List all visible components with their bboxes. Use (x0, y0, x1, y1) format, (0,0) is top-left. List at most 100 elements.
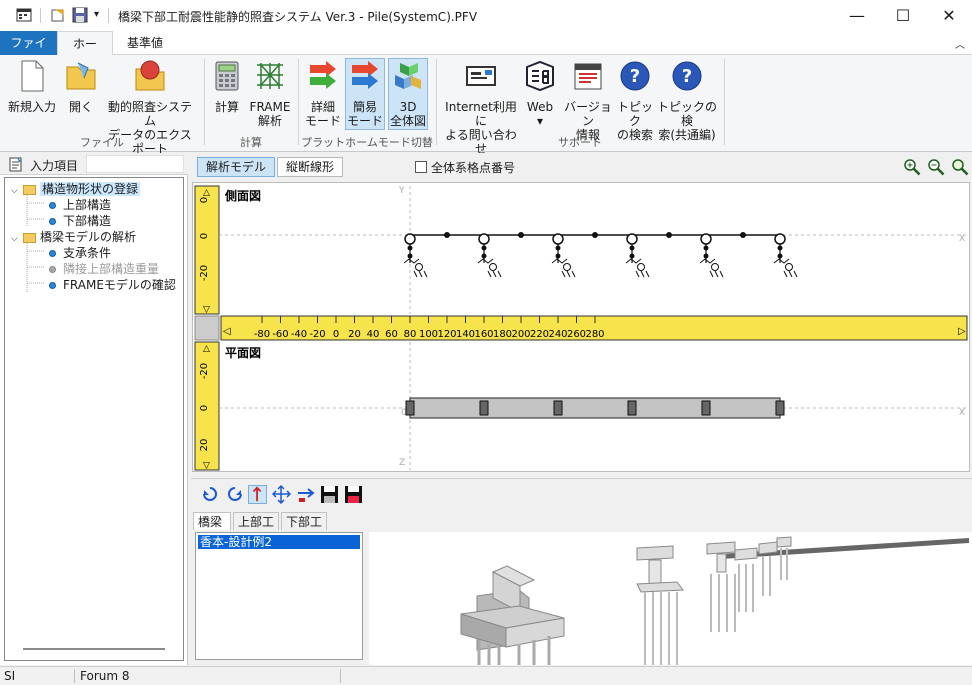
ruler-tick-label: -20 (309, 329, 325, 340)
bridge-list[interactable]: 香本-設計例2 (195, 532, 363, 660)
version-info-button[interactable]: バージョン 情報 (564, 59, 612, 142)
plan-pier (553, 400, 563, 416)
tree-view[interactable]: ⌵ 構造物形状の登録 上部構造 下部構造 ⌵ 橋梁モデルの解析 支承条件 隣接上部構… (4, 177, 184, 661)
save-image-alt-icon[interactable] (344, 485, 363, 504)
bearing-support (774, 233, 786, 245)
ruler-tick-label: 0 (333, 329, 339, 340)
ruler-arrow-up-icon[interactable]: △ (203, 188, 210, 198)
ruler-tick-label: 140 (456, 329, 475, 340)
open-button[interactable]: 開く (62, 59, 100, 114)
ruler-tick-label: -80 (254, 329, 270, 340)
tab-home[interactable]: ホーム (57, 31, 113, 75)
topic-search-button[interactable]: ? トピック の検索 (616, 59, 654, 142)
3d-preview[interactable] (369, 532, 972, 665)
panel-header-field (86, 155, 184, 173)
new-input-button[interactable]: 新規入力 (4, 59, 60, 114)
panel-title: 入力項目 (30, 159, 79, 173)
rotate-left-icon[interactable] (201, 485, 220, 504)
3d-overall-button[interactable]: 3D 全体図 (388, 58, 428, 130)
model-canvas[interactable]: 0 0 -20 △ ▽ 側面図 Y X ◁ ▷ -80 -60 -40 -20 0 20 4… (192, 182, 970, 472)
maximize-button[interactable]: ☐ (880, 0, 926, 31)
ruler-tick-label: 260 (567, 329, 586, 340)
group-label-calc: 計算 (240, 136, 262, 149)
horizontal-scrollbar[interactable] (23, 648, 165, 650)
girder-node (518, 232, 524, 238)
tree-item-superstructure[interactable]: 上部構造 (49, 197, 111, 213)
item-bullet-icon (49, 218, 56, 225)
topic-search-common-button[interactable]: ? トピックの検 索(共通編) (656, 59, 718, 142)
plan-pier (775, 400, 785, 416)
tab-bridge[interactable]: 橋梁 (193, 512, 231, 530)
rotate-vertical-icon[interactable] (248, 485, 267, 504)
tab-superstructure[interactable]: 上部工 (233, 512, 279, 530)
bearing-support (700, 233, 712, 245)
move-icon[interactable] (296, 485, 315, 504)
ribbon-tabs: ファイル ホーム 基準値 ︿ (0, 31, 972, 75)
input-items-icon (9, 157, 22, 172)
close-button[interactable]: ✕ (926, 0, 972, 31)
ruler-tick-label: 220 (530, 329, 549, 340)
analysis-model-tab[interactable]: 解析モデル (197, 157, 276, 177)
tree-item-substructure[interactable]: 下部構造 (49, 213, 111, 229)
tab-standards[interactable]: 基準値 (117, 31, 173, 55)
vruler-label: 0 (199, 233, 210, 239)
ruler-tick-label: -60 (272, 329, 288, 340)
frame-analysis-button[interactable]: FRAME 解析 (248, 59, 292, 128)
ruler-arrow-right-icon[interactable]: ▷ (958, 326, 966, 337)
ruler-arrow-up-icon[interactable]: △ (203, 344, 210, 354)
vruler-label: -20 (199, 363, 210, 379)
open-file-icon[interactable] (50, 7, 66, 23)
collapse-ribbon-icon[interactable]: ︿ (955, 36, 965, 51)
ruler-tick-label: 80 (404, 329, 417, 340)
web-menu-button[interactable]: Web ▾ (522, 59, 558, 128)
ruler-tick-label: 200 (511, 329, 530, 340)
list-item[interactable]: 香本-設計例2 (198, 535, 360, 549)
status-bar: SI Forum 8 (0, 666, 972, 685)
rotate-right-icon[interactable] (225, 485, 244, 504)
spring-support (563, 263, 571, 271)
quick-access-dropdown-icon[interactable]: ▾ (94, 9, 99, 20)
ruler-tick-label: 20 (348, 329, 361, 340)
girder-node (592, 232, 598, 238)
plan-pier (479, 400, 489, 416)
ruler-tick-label: 100 (419, 329, 438, 340)
minimize-button[interactable]: — (834, 0, 880, 31)
girder-node (666, 232, 672, 238)
plan-pier (627, 400, 637, 416)
side-view-label: 側面図 (224, 188, 261, 203)
frame-icon (257, 63, 283, 89)
app-icon (16, 8, 32, 22)
panel-header: 入力項目 (0, 153, 188, 175)
view-toolbar: 解析モデル 縦断線形 全体系格点番号 (191, 153, 972, 181)
internet-icon (466, 66, 496, 86)
tab-file[interactable]: ファイル (0, 31, 57, 74)
pan-icon[interactable] (272, 485, 291, 504)
detail-mode-button[interactable]: 詳細 モード (304, 59, 342, 128)
calculate-button[interactable]: 計算 (210, 59, 244, 114)
ruler-tick-label: 240 (548, 329, 567, 340)
ribbon-separator (204, 59, 205, 145)
ruler-tick-label: 160 (474, 329, 493, 340)
item-bullet-icon (49, 282, 56, 289)
tree-item-bearing-conditions[interactable]: 支承条件 (49, 245, 111, 261)
ruler-tick-label: 40 (367, 329, 380, 340)
help-icon: ? (620, 61, 650, 91)
zoom-in-icon[interactable] (903, 158, 921, 176)
axis-y-label: Y (398, 186, 405, 196)
save-icon[interactable] (72, 7, 88, 23)
vertical-alignment-tab[interactable]: 縦断線形 (277, 157, 344, 177)
new-file-icon (21, 60, 44, 92)
ruler-arrow-left-icon[interactable]: ◁ (223, 326, 231, 337)
simple-mode-button[interactable]: 簡易 モード (345, 58, 385, 130)
ruler-arrow-down-icon[interactable]: ▽ (203, 461, 210, 471)
zoom-fit-icon[interactable] (951, 158, 969, 176)
save-image-icon[interactable] (320, 485, 339, 504)
tree-item-frame-model-check[interactable]: FRAMEモデルの確認 (49, 277, 176, 293)
global-node-number-checkbox[interactable] (415, 161, 427, 173)
global-node-number-label: 全体系格点番号 (431, 161, 516, 175)
ruler-arrow-down-icon[interactable]: ▽ (203, 305, 210, 315)
tab-substructure[interactable]: 下部工 (281, 512, 327, 530)
tree-lines (26, 195, 45, 293)
zoom-out-icon[interactable] (927, 158, 945, 176)
bearing-support (626, 233, 638, 245)
